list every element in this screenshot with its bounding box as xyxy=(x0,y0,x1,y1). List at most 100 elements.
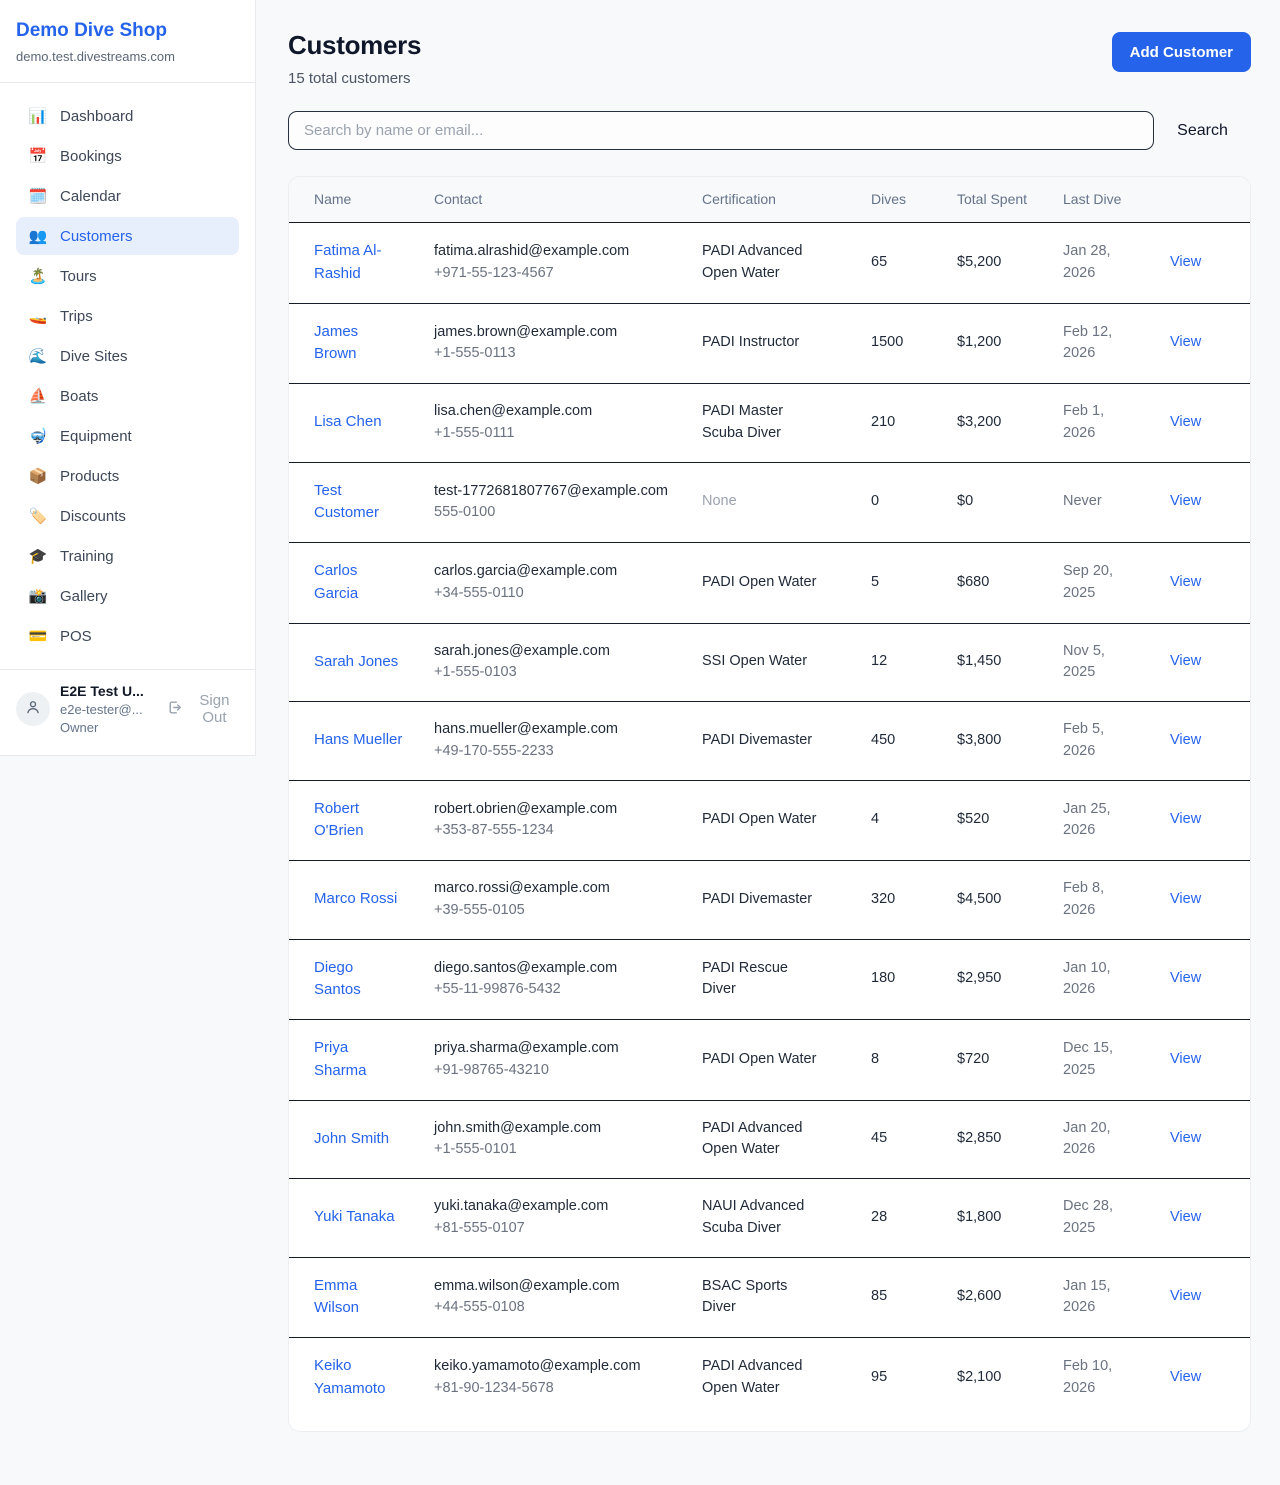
certification-cell: PADI Divemaster xyxy=(702,861,871,940)
view-link[interactable]: View xyxy=(1170,1130,1201,1146)
add-customer-button[interactable]: Add Customer xyxy=(1112,32,1251,72)
contact-cell: sarah.jones@example.com +1-555-0103 xyxy=(434,623,702,702)
sidebar-item-bookings[interactable]: 📅 Bookings xyxy=(16,137,239,175)
customer-name-link[interactable]: Fatima Al-Rashid xyxy=(314,242,382,282)
view-link[interactable]: View xyxy=(1170,653,1201,669)
table-row: Robert O'Brien robert.obrien@example.com… xyxy=(289,780,1250,861)
sidebar-item-trips[interactable]: 🚤 Trips xyxy=(16,297,239,335)
sidebar-item-dashboard[interactable]: 📊 Dashboard xyxy=(16,97,239,135)
customer-email: test-1772681807767@example.com xyxy=(434,481,682,503)
sign-out-icon xyxy=(166,699,183,720)
sidebar-item-boats[interactable]: ⛵ Boats xyxy=(16,377,239,415)
search-input[interactable] xyxy=(288,111,1154,150)
sidebar-item-tours[interactable]: 🏝️ Tours xyxy=(16,257,239,295)
search-row: Search xyxy=(288,111,1251,150)
equipment-icon: 🤿 xyxy=(28,427,48,445)
customer-name-link[interactable]: Hans Mueller xyxy=(314,731,402,748)
sidebar-item-customers[interactable]: 👥 Customers xyxy=(16,217,239,255)
view-link[interactable]: View xyxy=(1170,732,1201,748)
customer-phone: +34-555-0110 xyxy=(434,583,682,605)
total-spent-cell: $4,500 xyxy=(957,861,1063,940)
sidebar-item-calendar[interactable]: 🗓️ Calendar xyxy=(16,177,239,215)
customer-name-link[interactable]: Marco Rossi xyxy=(314,890,397,907)
view-link[interactable]: View xyxy=(1170,414,1201,430)
sidebar: Demo Dive Shop demo.test.divestreams.com… xyxy=(0,0,256,756)
page-header: Customers 15 total customers Add Custome… xyxy=(288,30,1251,87)
customer-name-link[interactable]: Sarah Jones xyxy=(314,653,398,670)
products-icon: 📦 xyxy=(28,467,48,485)
customer-name-link[interactable]: Keiko Yamamoto xyxy=(314,1357,385,1397)
sidebar-item-label: Dive Sites xyxy=(60,348,128,365)
view-link[interactable]: View xyxy=(1170,811,1201,827)
sign-out-button[interactable]: Sign Out xyxy=(166,692,239,726)
customer-name-link[interactable]: Carlos Garcia xyxy=(314,562,358,602)
customer-name-link[interactable]: Priya Sharma xyxy=(314,1039,367,1079)
view-link[interactable]: View xyxy=(1170,1209,1201,1225)
customer-name-link[interactable]: Diego Santos xyxy=(314,959,361,999)
customers-table: NameContactCertificationDivesTotal Spent… xyxy=(289,177,1250,1431)
certification-cell: None xyxy=(702,462,871,543)
certification-cell: PADI Open Water xyxy=(702,1020,871,1101)
sidebar-item-dive-sites[interactable]: 🌊 Dive Sites xyxy=(16,337,239,375)
sidebar-item-products[interactable]: 📦 Products xyxy=(16,457,239,495)
customer-name-link[interactable]: John Smith xyxy=(314,1130,389,1147)
last-dive-cell: Jan 15, 2026 xyxy=(1063,1257,1170,1338)
view-link[interactable]: View xyxy=(1170,1288,1201,1304)
page-subtitle: 15 total customers xyxy=(288,70,421,87)
certification-cell: PADI Advanced Open Water xyxy=(702,1338,871,1431)
total-spent-cell: $1,200 xyxy=(957,303,1063,384)
last-dive-cell: Nov 5, 2025 xyxy=(1063,623,1170,702)
customer-name-link[interactable]: Test Customer xyxy=(314,482,379,522)
view-link[interactable]: View xyxy=(1170,493,1201,509)
table-row: Lisa Chen lisa.chen@example.com +1-555-0… xyxy=(289,384,1250,463)
table-row: Emma Wilson emma.wilson@example.com +44-… xyxy=(289,1257,1250,1338)
user-box: E2E Test U... e2e-tester@... Owner Sign … xyxy=(0,669,255,755)
certification-cell: NAUI Advanced Scuba Diver xyxy=(702,1179,871,1258)
last-dive-cell: Jan 25, 2026 xyxy=(1063,780,1170,861)
contact-cell: keiko.yamamoto@example.com +81-90-1234-5… xyxy=(434,1338,702,1431)
customer-phone: +39-555-0105 xyxy=(434,900,682,922)
main-content: Customers 15 total customers Add Custome… xyxy=(256,0,1280,1472)
dives-cell: 12 xyxy=(871,623,957,702)
certification-cell: SSI Open Water xyxy=(702,623,871,702)
customer-name-link[interactable]: Lisa Chen xyxy=(314,413,382,430)
contact-cell: carlos.garcia@example.com +34-555-0110 xyxy=(434,543,702,624)
view-link[interactable]: View xyxy=(1170,574,1201,590)
certification-cell: PADI Advanced Open Water xyxy=(702,1100,871,1179)
customer-name-link[interactable]: Yuki Tanaka xyxy=(314,1208,395,1225)
sidebar-item-label: Products xyxy=(60,468,119,485)
dives-cell: 4 xyxy=(871,780,957,861)
last-dive-cell: Jan 28, 2026 xyxy=(1063,223,1170,304)
contact-cell: priya.sharma@example.com +91-98765-43210 xyxy=(434,1020,702,1101)
customer-phone: +49-170-555-2233 xyxy=(434,741,682,763)
dashboard-icon: 📊 xyxy=(28,107,48,125)
sidebar-item-equipment[interactable]: 🤿 Equipment xyxy=(16,417,239,455)
table-row: Sarah Jones sarah.jones@example.com +1-5… xyxy=(289,623,1250,702)
total-spent-cell: $680 xyxy=(957,543,1063,624)
view-link[interactable]: View xyxy=(1170,1051,1201,1067)
avatar xyxy=(16,692,50,726)
user-icon xyxy=(24,698,42,721)
customer-name-link[interactable]: Robert O'Brien xyxy=(314,800,364,840)
view-link[interactable]: View xyxy=(1170,891,1201,907)
column-header-actions xyxy=(1170,177,1250,223)
last-dive-cell: Feb 10, 2026 xyxy=(1063,1338,1170,1431)
sidebar-item-gallery[interactable]: 📸 Gallery xyxy=(16,577,239,615)
last-dive-cell: Jan 10, 2026 xyxy=(1063,939,1170,1020)
customer-name-link[interactable]: James Brown xyxy=(314,323,358,363)
customer-phone: +1-555-0113 xyxy=(434,343,682,365)
sidebar-item-label: Customers xyxy=(60,228,133,245)
total-spent-cell: $3,800 xyxy=(957,702,1063,781)
view-link[interactable]: View xyxy=(1170,1369,1201,1385)
sidebar-item-training[interactable]: 🎓 Training xyxy=(16,537,239,575)
view-link[interactable]: View xyxy=(1170,334,1201,350)
view-link[interactable]: View xyxy=(1170,254,1201,270)
view-link[interactable]: View xyxy=(1170,970,1201,986)
sidebar-item-pos[interactable]: 💳 POS xyxy=(16,617,239,655)
customer-phone: +55-11-99876-5432 xyxy=(434,979,682,1001)
contact-cell: yuki.tanaka@example.com +81-555-0107 xyxy=(434,1179,702,1258)
customer-name-link[interactable]: Emma Wilson xyxy=(314,1277,359,1317)
search-button[interactable]: Search xyxy=(1154,122,1251,140)
sidebar-item-discounts[interactable]: 🏷️ Discounts xyxy=(16,497,239,535)
table-header: NameContactCertificationDivesTotal Spent… xyxy=(289,177,1250,223)
